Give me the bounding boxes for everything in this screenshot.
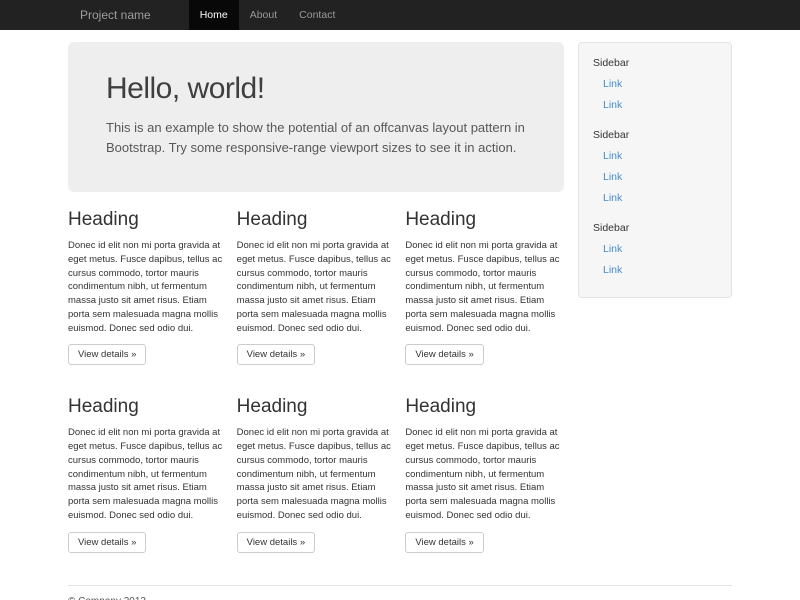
view-details-button[interactable]: View details » — [237, 344, 315, 365]
feature-card: Heading Donec id elit non mi porta gravi… — [68, 379, 227, 566]
copyright-text: © Company 2013 — [68, 596, 732, 600]
sidebar-link[interactable]: Link — [593, 74, 717, 95]
card-body-text: Donec id elit non mi porta gravida at eg… — [405, 426, 564, 522]
navbar-brand[interactable]: Project name — [68, 0, 165, 30]
page-container: Hello, world! This is an example to show… — [68, 30, 732, 600]
feature-card: Heading Donec id elit non mi porta gravi… — [237, 192, 396, 379]
card-body-text: Donec id elit non mi porta gravida at eg… — [237, 239, 396, 335]
card-heading: Heading — [68, 396, 227, 418]
navbar-container: Project name Home About Contact — [68, 0, 732, 30]
feature-card: Heading Donec id elit non mi porta gravi… — [405, 192, 564, 379]
navbar-nav: Home About Contact — [189, 0, 347, 30]
view-details-button[interactable]: View details » — [68, 532, 146, 553]
nav-item-contact[interactable]: Contact — [288, 0, 346, 30]
sidebar-link[interactable]: Link — [593, 167, 717, 188]
card-body-text: Donec id elit non mi porta gravida at eg… — [405, 239, 564, 335]
card-body-text: Donec id elit non mi porta gravida at eg… — [237, 426, 396, 522]
sidebar-link[interactable]: Link — [593, 188, 717, 209]
card-body-text: Donec id elit non mi porta gravida at eg… — [68, 426, 227, 522]
feature-card: Heading Donec id elit non mi porta gravi… — [405, 379, 564, 566]
sidebar-group-header: Sidebar — [593, 126, 717, 146]
main-column: Hello, world! This is an example to show… — [68, 30, 564, 567]
sidebar-link[interactable]: Link — [593, 146, 717, 167]
card-heading: Heading — [237, 396, 396, 418]
view-details-button[interactable]: View details » — [405, 532, 483, 553]
card-body-text: Donec id elit non mi porta gravida at eg… — [68, 239, 227, 335]
card-heading: Heading — [237, 209, 396, 231]
card-heading: Heading — [405, 396, 564, 418]
view-details-button[interactable]: View details » — [237, 532, 315, 553]
card-heading: Heading — [68, 209, 227, 231]
sidebar-well: Sidebar Link Link Sidebar Link Link Link… — [578, 42, 732, 298]
sidebar-link[interactable]: Link — [593, 260, 717, 281]
content-row: Hello, world! This is an example to show… — [68, 30, 732, 567]
view-details-button[interactable]: View details » — [68, 344, 146, 365]
card-heading: Heading — [405, 209, 564, 231]
sidebar-link[interactable]: Link — [593, 239, 717, 260]
feature-card: Heading Donec id elit non mi porta gravi… — [68, 192, 227, 379]
sidebar-column: Sidebar Link Link Sidebar Link Link Link… — [578, 42, 732, 567]
sidebar-group-header: Sidebar — [593, 54, 717, 74]
page-title: Hello, world! — [106, 72, 526, 106]
view-details-button[interactable]: View details » — [405, 344, 483, 365]
sidebar-link[interactable]: Link — [593, 95, 717, 116]
feature-card: Heading Donec id elit non mi porta gravi… — [237, 379, 396, 566]
feature-cards-row-1: Heading Donec id elit non mi porta gravi… — [68, 192, 564, 379]
feature-cards-row-2: Heading Donec id elit non mi porta gravi… — [68, 379, 564, 566]
jumbotron-description: This is an example to show the potential… — [106, 118, 526, 157]
sidebar-group-header: Sidebar — [593, 219, 717, 239]
nav-item-home[interactable]: Home — [189, 0, 239, 30]
top-navbar: Project name Home About Contact — [0, 0, 800, 30]
jumbotron: Hello, world! This is an example to show… — [68, 42, 564, 192]
nav-item-about[interactable]: About — [239, 0, 288, 30]
page-footer: © Company 2013 — [68, 585, 732, 600]
